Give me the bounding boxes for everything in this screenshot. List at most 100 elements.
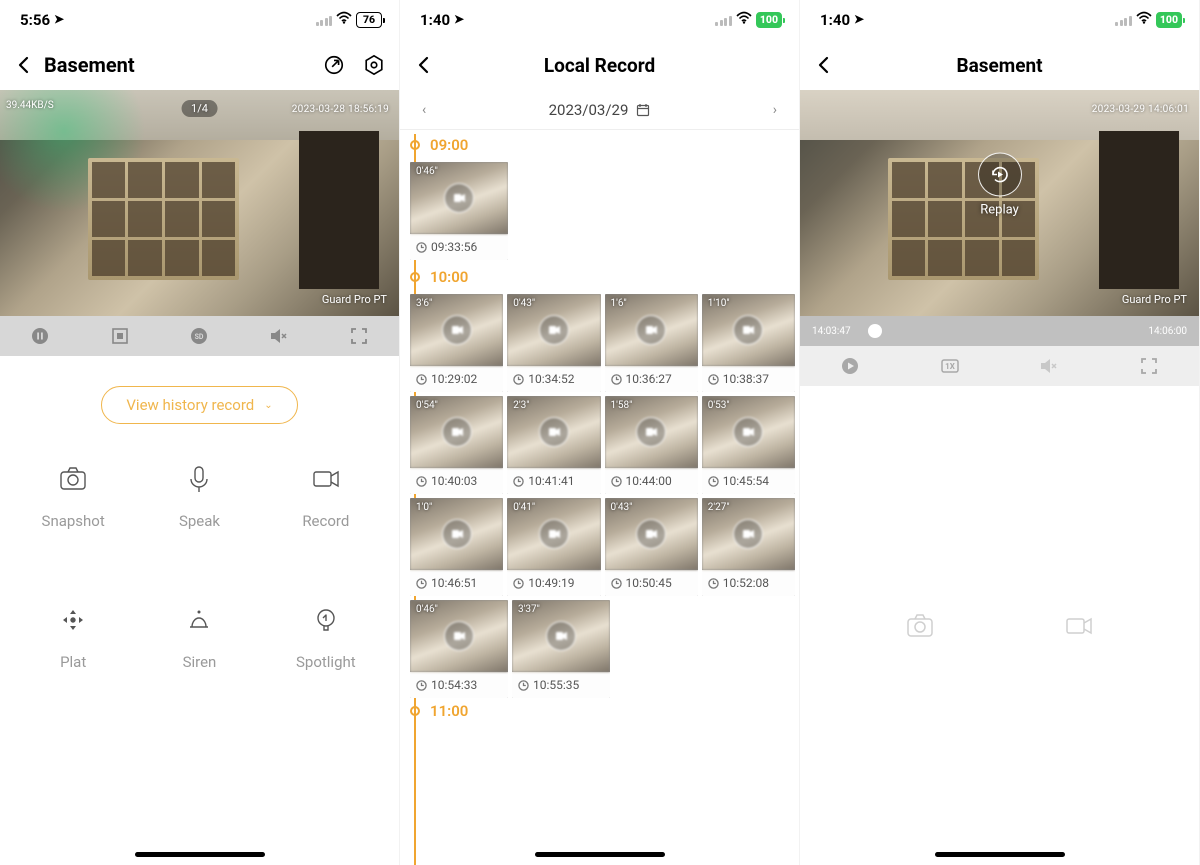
camera-icon: [58, 464, 88, 494]
clip-time: 10:52:08: [723, 576, 769, 590]
video-icon: [311, 464, 341, 494]
record-timeline[interactable]: 09:00 0'46" 09:33:56 10:00 3'6" 10:29:02…: [400, 130, 799, 865]
scrub-start: 14:03:47: [812, 326, 851, 337]
clip-thumbnail[interactable]: 1'10" 10:38:37: [702, 294, 795, 392]
snapshot-button[interactable]: Snapshot: [10, 464, 136, 605]
battery-icon: 76: [356, 12, 385, 28]
pause-button[interactable]: [26, 322, 54, 350]
play-icon: [636, 417, 666, 447]
svg-text:1X: 1X: [945, 362, 955, 371]
clip-duration: 0'54": [416, 400, 438, 411]
plat-button[interactable]: Plat: [10, 605, 136, 746]
home-indicator[interactable]: [135, 852, 265, 857]
play-icon: [539, 417, 569, 447]
screen-playback: 1:40 ➤ 100 Basement 2023-03-29 14:06:01 …: [800, 0, 1200, 865]
clip-thumbnail[interactable]: 0'46" 09:33:56: [410, 162, 508, 260]
wifi-icon: [336, 12, 352, 28]
back-icon[interactable]: [14, 55, 34, 75]
next-date-button[interactable]: ›: [773, 102, 777, 118]
location-icon: ➤: [54, 12, 64, 26]
hour-marker: 09:00: [410, 130, 799, 160]
share-icon[interactable]: [323, 54, 345, 76]
clip-thumbnail[interactable]: 2'3" 10:41:41: [507, 396, 600, 494]
status-time: 1:40: [820, 11, 850, 29]
status-bar: 1:40 ➤ 100: [800, 0, 1199, 40]
clip-thumbnail[interactable]: 0'53" 10:45:54: [702, 396, 795, 494]
siren-button[interactable]: Siren: [136, 605, 262, 746]
play-icon: [546, 621, 576, 651]
bitrate-label: 39.44KB/S: [6, 100, 54, 111]
clip-time: 10:50:45: [626, 576, 672, 590]
clip-time: 10:49:19: [528, 576, 574, 590]
calendar-icon[interactable]: [636, 103, 650, 117]
mic-icon: [184, 464, 214, 494]
record-button[interactable]: Record: [263, 464, 389, 605]
home-indicator[interactable]: [935, 852, 1065, 857]
clip-thumbnail[interactable]: 0'43" 10:34:52: [507, 294, 600, 392]
battery-icon: 100: [1156, 12, 1185, 28]
clip-thumbnail[interactable]: 0'43" 10:50:45: [605, 498, 698, 596]
svg-text:SD: SD: [195, 333, 204, 341]
video-icon[interactable]: [1064, 611, 1094, 641]
video-feed[interactable]: 39.44KB/S 1/4 2023-03-28 18:56:19 Guard …: [0, 90, 399, 316]
wifi-icon: [1136, 12, 1152, 28]
chevron-down-icon: ⌄: [264, 400, 272, 411]
clip-time: 10:55:35: [533, 678, 579, 692]
timestamp-label: 2023-03-29 14:06:01: [1092, 104, 1189, 115]
location-icon: ➤: [454, 12, 464, 26]
stop-button[interactable]: [106, 322, 134, 350]
video-feed[interactable]: 2023-03-29 14:06:01 Guard Pro PT Replay: [800, 90, 1199, 316]
clip-thumbnail[interactable]: 3'6" 10:29:02: [410, 294, 503, 392]
clip-grid: 0'54" 10:40:03 2'3" 10:41:41 1'58" 10:44…: [410, 394, 799, 496]
play-icon: [539, 519, 569, 549]
mute-button[interactable]: [265, 322, 293, 350]
clip-time: 10:36:27: [626, 372, 672, 386]
scrub-thumb[interactable]: [868, 324, 882, 338]
view-history-button[interactable]: View history record ⌄: [101, 386, 297, 424]
clip-thumbnail[interactable]: 3'37" 10:55:35: [512, 600, 610, 698]
watermark-label: Guard Pro PT: [1122, 293, 1187, 306]
clip-thumbnail[interactable]: 2'27" 10:52:08: [702, 498, 795, 596]
clip-duration: 2'3": [513, 400, 529, 411]
fullscreen-button[interactable]: [1135, 352, 1163, 380]
back-icon[interactable]: [814, 55, 834, 75]
video-toolbar: SD: [0, 316, 399, 356]
speak-button[interactable]: Speak: [136, 464, 262, 605]
replay-button[interactable]: Replay: [978, 152, 1022, 217]
placeholder-actions: [800, 386, 1199, 865]
date-label[interactable]: 2023/03/29: [549, 101, 629, 119]
spotlight-button[interactable]: Spotlight: [263, 605, 389, 746]
fullscreen-button[interactable]: [345, 322, 373, 350]
clip-thumbnail[interactable]: 1'58" 10:44:00: [605, 396, 698, 494]
clip-time: 10:40:03: [431, 474, 477, 488]
clip-thumbnail[interactable]: 0'41" 10:49:19: [507, 498, 600, 596]
clip-thumbnail[interactable]: 0'54" 10:40:03: [410, 396, 503, 494]
clip-thumbnail[interactable]: 1'0" 10:46:51: [410, 498, 503, 596]
cellular-icon: [1115, 15, 1132, 26]
screen-live: 5:56 ➤ 76 Basement 39.44KB/S 1/4 2023-0: [0, 0, 400, 865]
clip-time: 09:33:56: [431, 240, 477, 254]
camera-icon[interactable]: [905, 611, 935, 641]
settings-icon[interactable]: [363, 54, 385, 76]
clip-duration: 1'0": [416, 502, 432, 513]
play-button[interactable]: [836, 352, 864, 380]
status-time: 1:40: [420, 11, 450, 29]
clip-thumbnail[interactable]: 1'6" 10:36:27: [605, 294, 698, 392]
clip-duration: 0'43": [513, 298, 535, 309]
home-indicator[interactable]: [535, 852, 665, 857]
clip-thumbnail[interactable]: 0'46" 10:54:33: [410, 600, 508, 698]
play-icon: [733, 315, 763, 345]
speed-button[interactable]: 1X: [936, 352, 964, 380]
clip-grid: 1'0" 10:46:51 0'41" 10:49:19 0'43" 10:50…: [410, 496, 799, 598]
back-icon[interactable]: [414, 55, 434, 75]
page-title: Basement: [44, 53, 135, 77]
page-title: Basement: [956, 54, 1042, 77]
quality-button[interactable]: SD: [185, 322, 213, 350]
prev-date-button[interactable]: ‹: [422, 102, 426, 118]
scrubber[interactable]: 14:03:47 14:06:00: [800, 316, 1199, 346]
clip-time: 10:41:41: [528, 474, 574, 488]
play-icon: [442, 315, 472, 345]
hour-label: 09:00: [430, 136, 468, 154]
mute-button[interactable]: [1035, 352, 1063, 380]
clip-grid: 0'46" 10:54:33 3'37" 10:55:35: [410, 598, 799, 700]
